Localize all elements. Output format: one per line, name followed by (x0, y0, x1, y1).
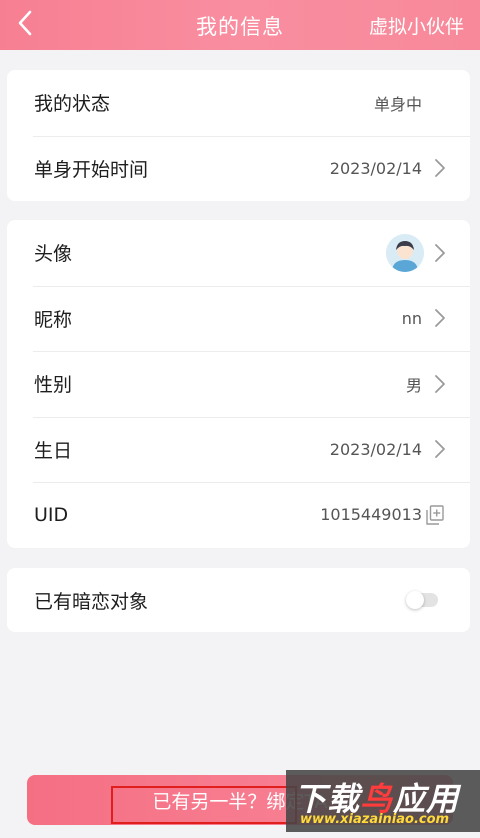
crush-card: 已有暗恋对象 (7, 568, 470, 632)
gender-value: 男 (405, 375, 422, 395)
uid-value: 1015449013 (320, 505, 422, 525)
status-card: 我的状态 单身中 单身开始时间 2023/02/14 (7, 70, 470, 201)
status-label: 我的状态 (34, 93, 111, 116)
single-start-value: 2023/02/14 (329, 158, 422, 178)
chevron-right-icon (435, 159, 445, 178)
profile-card: 头像 昵称 nn 性别 男 生日 2023/02/14 UID 10154490… (7, 220, 470, 548)
birthday-row[interactable]: 生日 2023/02/14 (7, 416, 470, 483)
crush-label: 已有暗恋对象 (34, 590, 149, 613)
top-bar: 我的信息 虚拟小伙伴 (0, 0, 480, 50)
gender-label: 性别 (34, 374, 73, 397)
chevron-right-icon (435, 243, 445, 262)
toggle-knob (406, 591, 424, 609)
chevron-right-icon (435, 374, 445, 393)
avatar-row[interactable]: 头像 (7, 220, 470, 286)
status-row[interactable]: 我的状态 单身中 (7, 70, 470, 136)
crush-toggle[interactable] (406, 591, 438, 609)
copy-icon[interactable] (426, 505, 444, 525)
birthday-value: 2023/02/14 (329, 439, 422, 459)
avatar-label: 头像 (34, 243, 73, 266)
virtual-partner-link[interactable]: 虚拟小伙伴 (369, 12, 464, 39)
single-start-label: 单身开始时间 (34, 158, 149, 181)
birthday-label: 生日 (34, 439, 73, 462)
chevron-right-icon (435, 309, 445, 328)
uid-row: UID 1015449013 (7, 482, 470, 548)
single-start-row[interactable]: 单身开始时间 2023/02/14 (7, 135, 470, 202)
uid-label: UID (34, 503, 69, 526)
nickname-row[interactable]: 昵称 nn (7, 285, 470, 352)
nickname-label: 昵称 (34, 308, 73, 331)
watermark-url: www.xiazainiao.com (300, 812, 450, 827)
chevron-right-icon (435, 440, 445, 459)
status-value: 单身中 (373, 94, 422, 114)
gender-row[interactable]: 性别 男 (7, 351, 470, 417)
avatar-icon (386, 234, 424, 272)
nickname-value: nn (401, 308, 422, 328)
watermark: 下载鸟应用 www.xiazainiao.com (286, 770, 480, 832)
crush-row: 已有暗恋对象 (7, 568, 470, 632)
avatar[interactable] (386, 234, 424, 272)
